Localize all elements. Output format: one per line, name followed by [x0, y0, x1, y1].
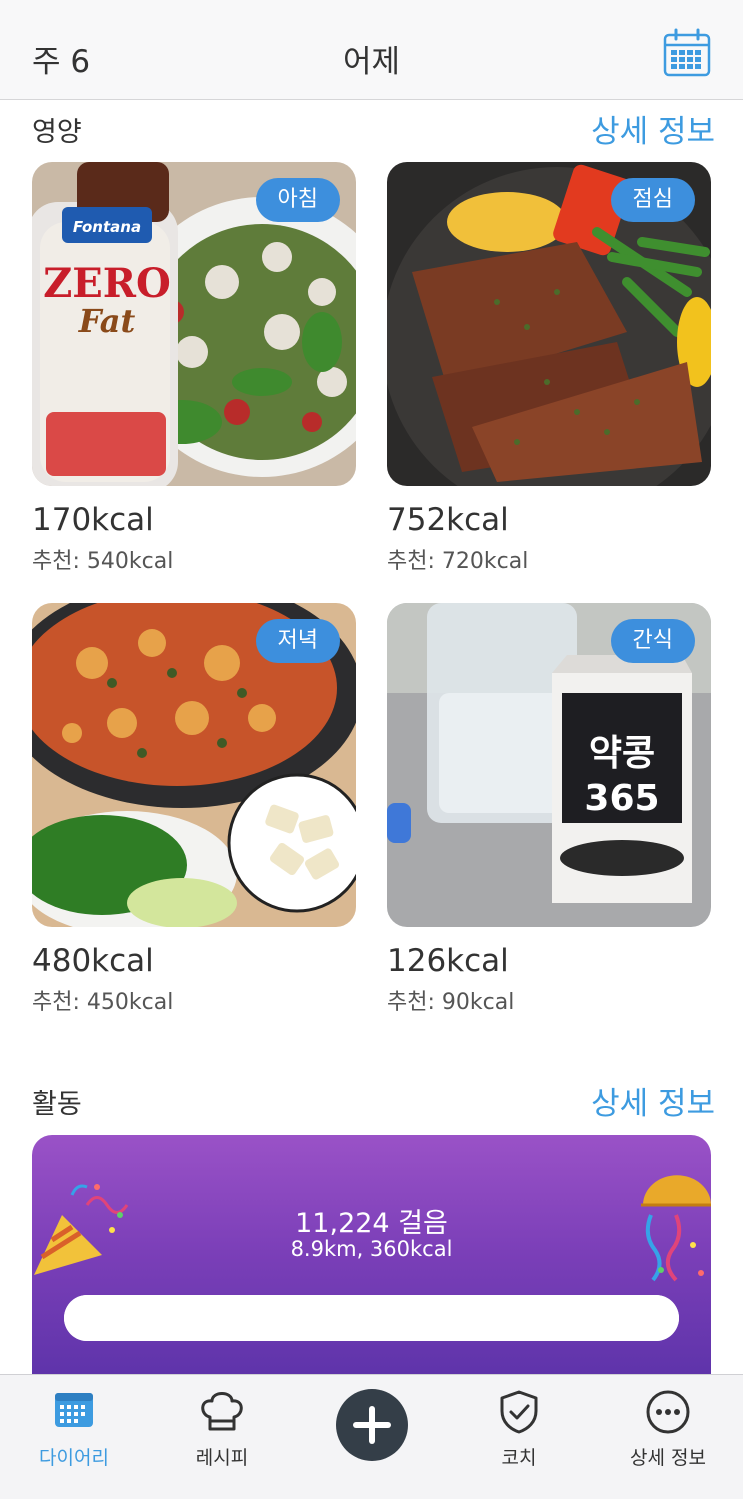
meal-kcal: 126kcal — [387, 943, 509, 979]
tab-more[interactable]: 상세 정보 — [594, 1375, 742, 1500]
nutrition-title: 영양 — [32, 117, 82, 148]
day-title: 어제 — [342, 44, 401, 80]
activity-details-link[interactable]: 상세 정보 — [591, 1078, 715, 1123]
meal-badge-snack: 간식 — [610, 619, 695, 663]
meal-recommended: 추천: 90kcal — [387, 990, 515, 1015]
meal-badge-dinner: 저녁 — [255, 619, 340, 663]
meal-recommended: 추천: 540kcal — [32, 549, 174, 574]
steps-progress-bar — [64, 1295, 679, 1341]
tab-label: 다이어리 — [39, 1447, 109, 1469]
meal-recommended: 추천: 720kcal — [387, 549, 529, 574]
tab-coach[interactable]: 코치 — [445, 1375, 593, 1500]
steps-details: 8.9km, 360kcal — [290, 1237, 453, 1261]
carton-text-2: 365 — [584, 778, 659, 819]
tab-label: 상세 정보 — [630, 1447, 706, 1469]
shield-check-icon — [500, 1390, 538, 1434]
meal-badge-lunch: 점심 — [610, 178, 695, 222]
steps-progress-fill — [64, 1295, 679, 1341]
tab-recipe[interactable]: 레시피 — [148, 1375, 296, 1500]
bottle-name-top: ZERO — [43, 260, 171, 307]
bottle-brand-text: Fontana — [73, 218, 141, 236]
carton-text-1: 약콩 — [589, 733, 655, 774]
bottle-name-bottom: Fat — [78, 302, 136, 340]
meal-kcal: 752kcal — [387, 502, 509, 538]
tab-label: 레시피 — [195, 1447, 249, 1469]
top-bar: 주 6 어제 — [0, 0, 743, 100]
more-dots-icon — [646, 1390, 690, 1434]
meal-kcal: 170kcal — [32, 502, 154, 538]
tab-diary[interactable]: 다이어리 — [0, 1375, 148, 1500]
chef-hat-icon — [201, 1392, 243, 1431]
meal-kcal: 480kcal — [32, 943, 154, 979]
add-button[interactable] — [336, 1389, 408, 1461]
steps-count: 11,224 걸음 — [295, 1208, 448, 1239]
activity-title: 활동 — [32, 1089, 82, 1120]
tab-label: 코치 — [501, 1447, 537, 1469]
tab-bar: 다이어리 레시피 코치 상세 정보 — [0, 1374, 743, 1499]
meal-recommended: 추천: 450kcal — [32, 990, 174, 1015]
nutrition-details-link[interactable]: 상세 정보 — [591, 106, 715, 151]
activity-card[interactable]: 11,224 걸음 8.9km, 360kcal — [32, 1135, 711, 1395]
calendar-grid-icon — [55, 1393, 93, 1427]
meal-badge-breakfast: 아침 — [255, 178, 340, 222]
plus-icon — [353, 1406, 391, 1444]
calendar-icon[interactable] — [662, 28, 712, 78]
